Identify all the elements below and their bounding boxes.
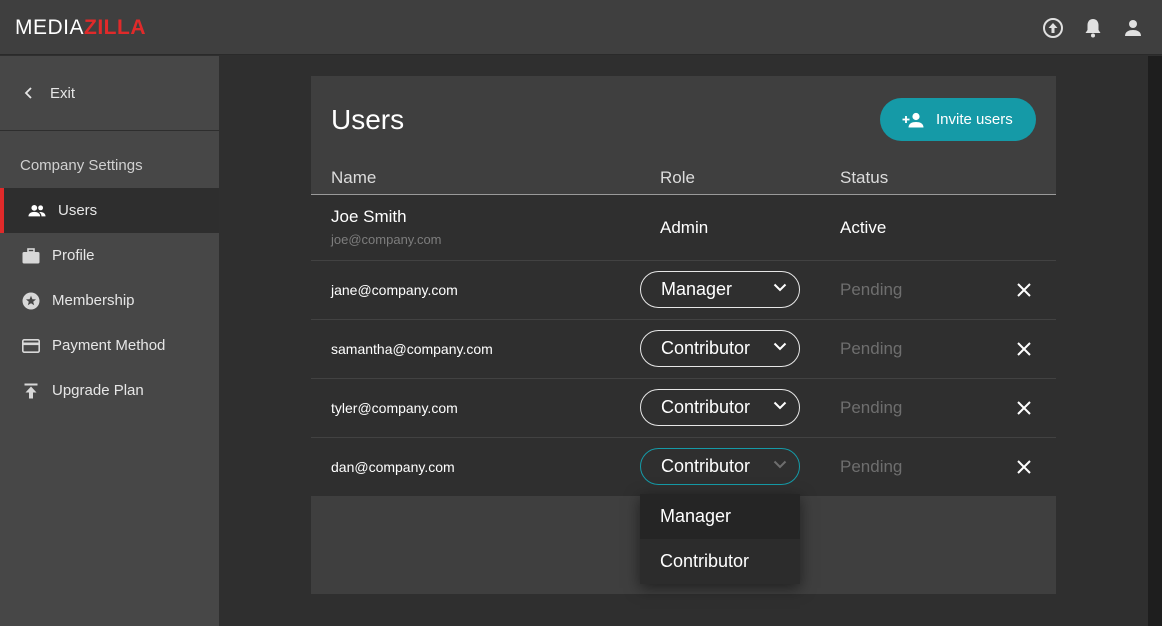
users-table: Joe Smith joe@company.com Admin Active j… <box>311 195 1056 496</box>
bell-icon[interactable] <box>1082 17 1104 39</box>
chevron-down-icon <box>773 283 787 292</box>
users-icon <box>28 202 46 220</box>
invite-users-button[interactable]: Invite users <box>880 98 1036 141</box>
remove-user-button[interactable] <box>1014 457 1034 477</box>
chevron-down-icon <box>773 342 787 351</box>
role-select-value: Contributor <box>661 397 751 417</box>
table-row: samantha@company.com Contributor Pending <box>311 320 1056 379</box>
role-option-manager[interactable]: Manager <box>640 494 800 539</box>
sidebar-item-label: Users <box>58 202 98 219</box>
close-icon <box>1017 460 1031 474</box>
sidebar-item-users[interactable]: Users <box>0 188 219 233</box>
sidebar-item-label: Upgrade Plan <box>52 382 144 399</box>
role-select-value: Manager <box>661 279 733 299</box>
account-icon[interactable] <box>1122 17 1144 39</box>
role-select-value: Contributor <box>661 338 751 358</box>
user-email: tyler@company.com <box>331 400 458 416</box>
user-status: Active <box>840 218 887 237</box>
remove-user-button[interactable] <box>1014 398 1034 418</box>
user-email: jane@company.com <box>331 282 458 298</box>
sidebar-item-upgrade-plan[interactable]: Upgrade Plan <box>0 368 219 413</box>
user-status: Pending <box>840 398 903 417</box>
close-icon <box>1017 401 1031 415</box>
user-email: joe@company.com <box>331 232 442 247</box>
role-select[interactable]: Contributor <box>640 330 800 367</box>
chevron-down-icon <box>773 460 787 469</box>
section-title: Company Settings <box>20 157 143 174</box>
top-bar: MEDIAZILLA <box>0 0 1162 55</box>
upload-icon[interactable] <box>1042 17 1064 39</box>
page-scrollbar[interactable] <box>1148 56 1162 626</box>
sidebar: Exit Company Settings Users Profile Memb… <box>0 56 219 626</box>
sidebar-item-payment-method[interactable]: Payment Method <box>0 323 219 368</box>
person-add-icon <box>902 112 924 128</box>
role-option-contributor[interactable]: Contributor <box>640 539 800 584</box>
user-email: dan@company.com <box>331 459 455 475</box>
table-row: tyler@company.com Contributor Pending <box>311 379 1056 438</box>
sidebar-item-membership[interactable]: Membership <box>0 278 219 323</box>
user-status: Pending <box>840 280 903 299</box>
role-dropdown-menu: Manager Contributor <box>640 494 800 584</box>
user-status: Pending <box>840 457 903 476</box>
role-select[interactable]: Contributor <box>640 448 800 485</box>
table-row: Joe Smith joe@company.com Admin Active <box>311 195 1056 261</box>
sidebar-item-label: Payment Method <box>52 337 166 354</box>
exit-button[interactable]: Exit <box>0 56 219 131</box>
exit-label: Exit <box>50 84 76 102</box>
user-email: samantha@company.com <box>331 341 493 357</box>
close-icon <box>1017 342 1031 356</box>
mediazilla-logo[interactable]: MEDIAZILLA <box>15 16 146 40</box>
chevron-down-icon <box>773 401 787 410</box>
credit-card-icon <box>22 337 40 355</box>
sidebar-item-label: Profile <box>52 247 95 264</box>
role-select[interactable]: Manager <box>640 271 800 308</box>
sidebar-item-profile[interactable]: Profile <box>0 233 219 278</box>
role-select-value: Contributor <box>661 456 751 476</box>
remove-user-button[interactable] <box>1014 280 1034 300</box>
chevron-left-icon <box>24 87 34 99</box>
sidebar-item-label: Membership <box>52 292 135 309</box>
upgrade-icon <box>22 382 40 400</box>
user-status: Pending <box>840 339 903 358</box>
star-badge-icon <box>22 292 40 310</box>
table-row: jane@company.com Manager Pending <box>311 261 1056 320</box>
role-select[interactable]: Contributor <box>640 389 800 426</box>
briefcase-icon <box>22 247 40 265</box>
column-header-name: Name <box>331 168 377 187</box>
invite-users-label: Invite users <box>936 111 1013 128</box>
page-title: Users <box>331 104 405 135</box>
table-row: dan@company.com Contributor Pending <box>311 438 1056 496</box>
column-header-role: Role <box>660 168 695 187</box>
user-role: Admin <box>660 218 709 237</box>
close-icon <box>1017 283 1031 297</box>
remove-user-button[interactable] <box>1014 339 1034 359</box>
column-header-status: Status <box>840 168 889 187</box>
user-name: Joe Smith <box>331 207 407 226</box>
